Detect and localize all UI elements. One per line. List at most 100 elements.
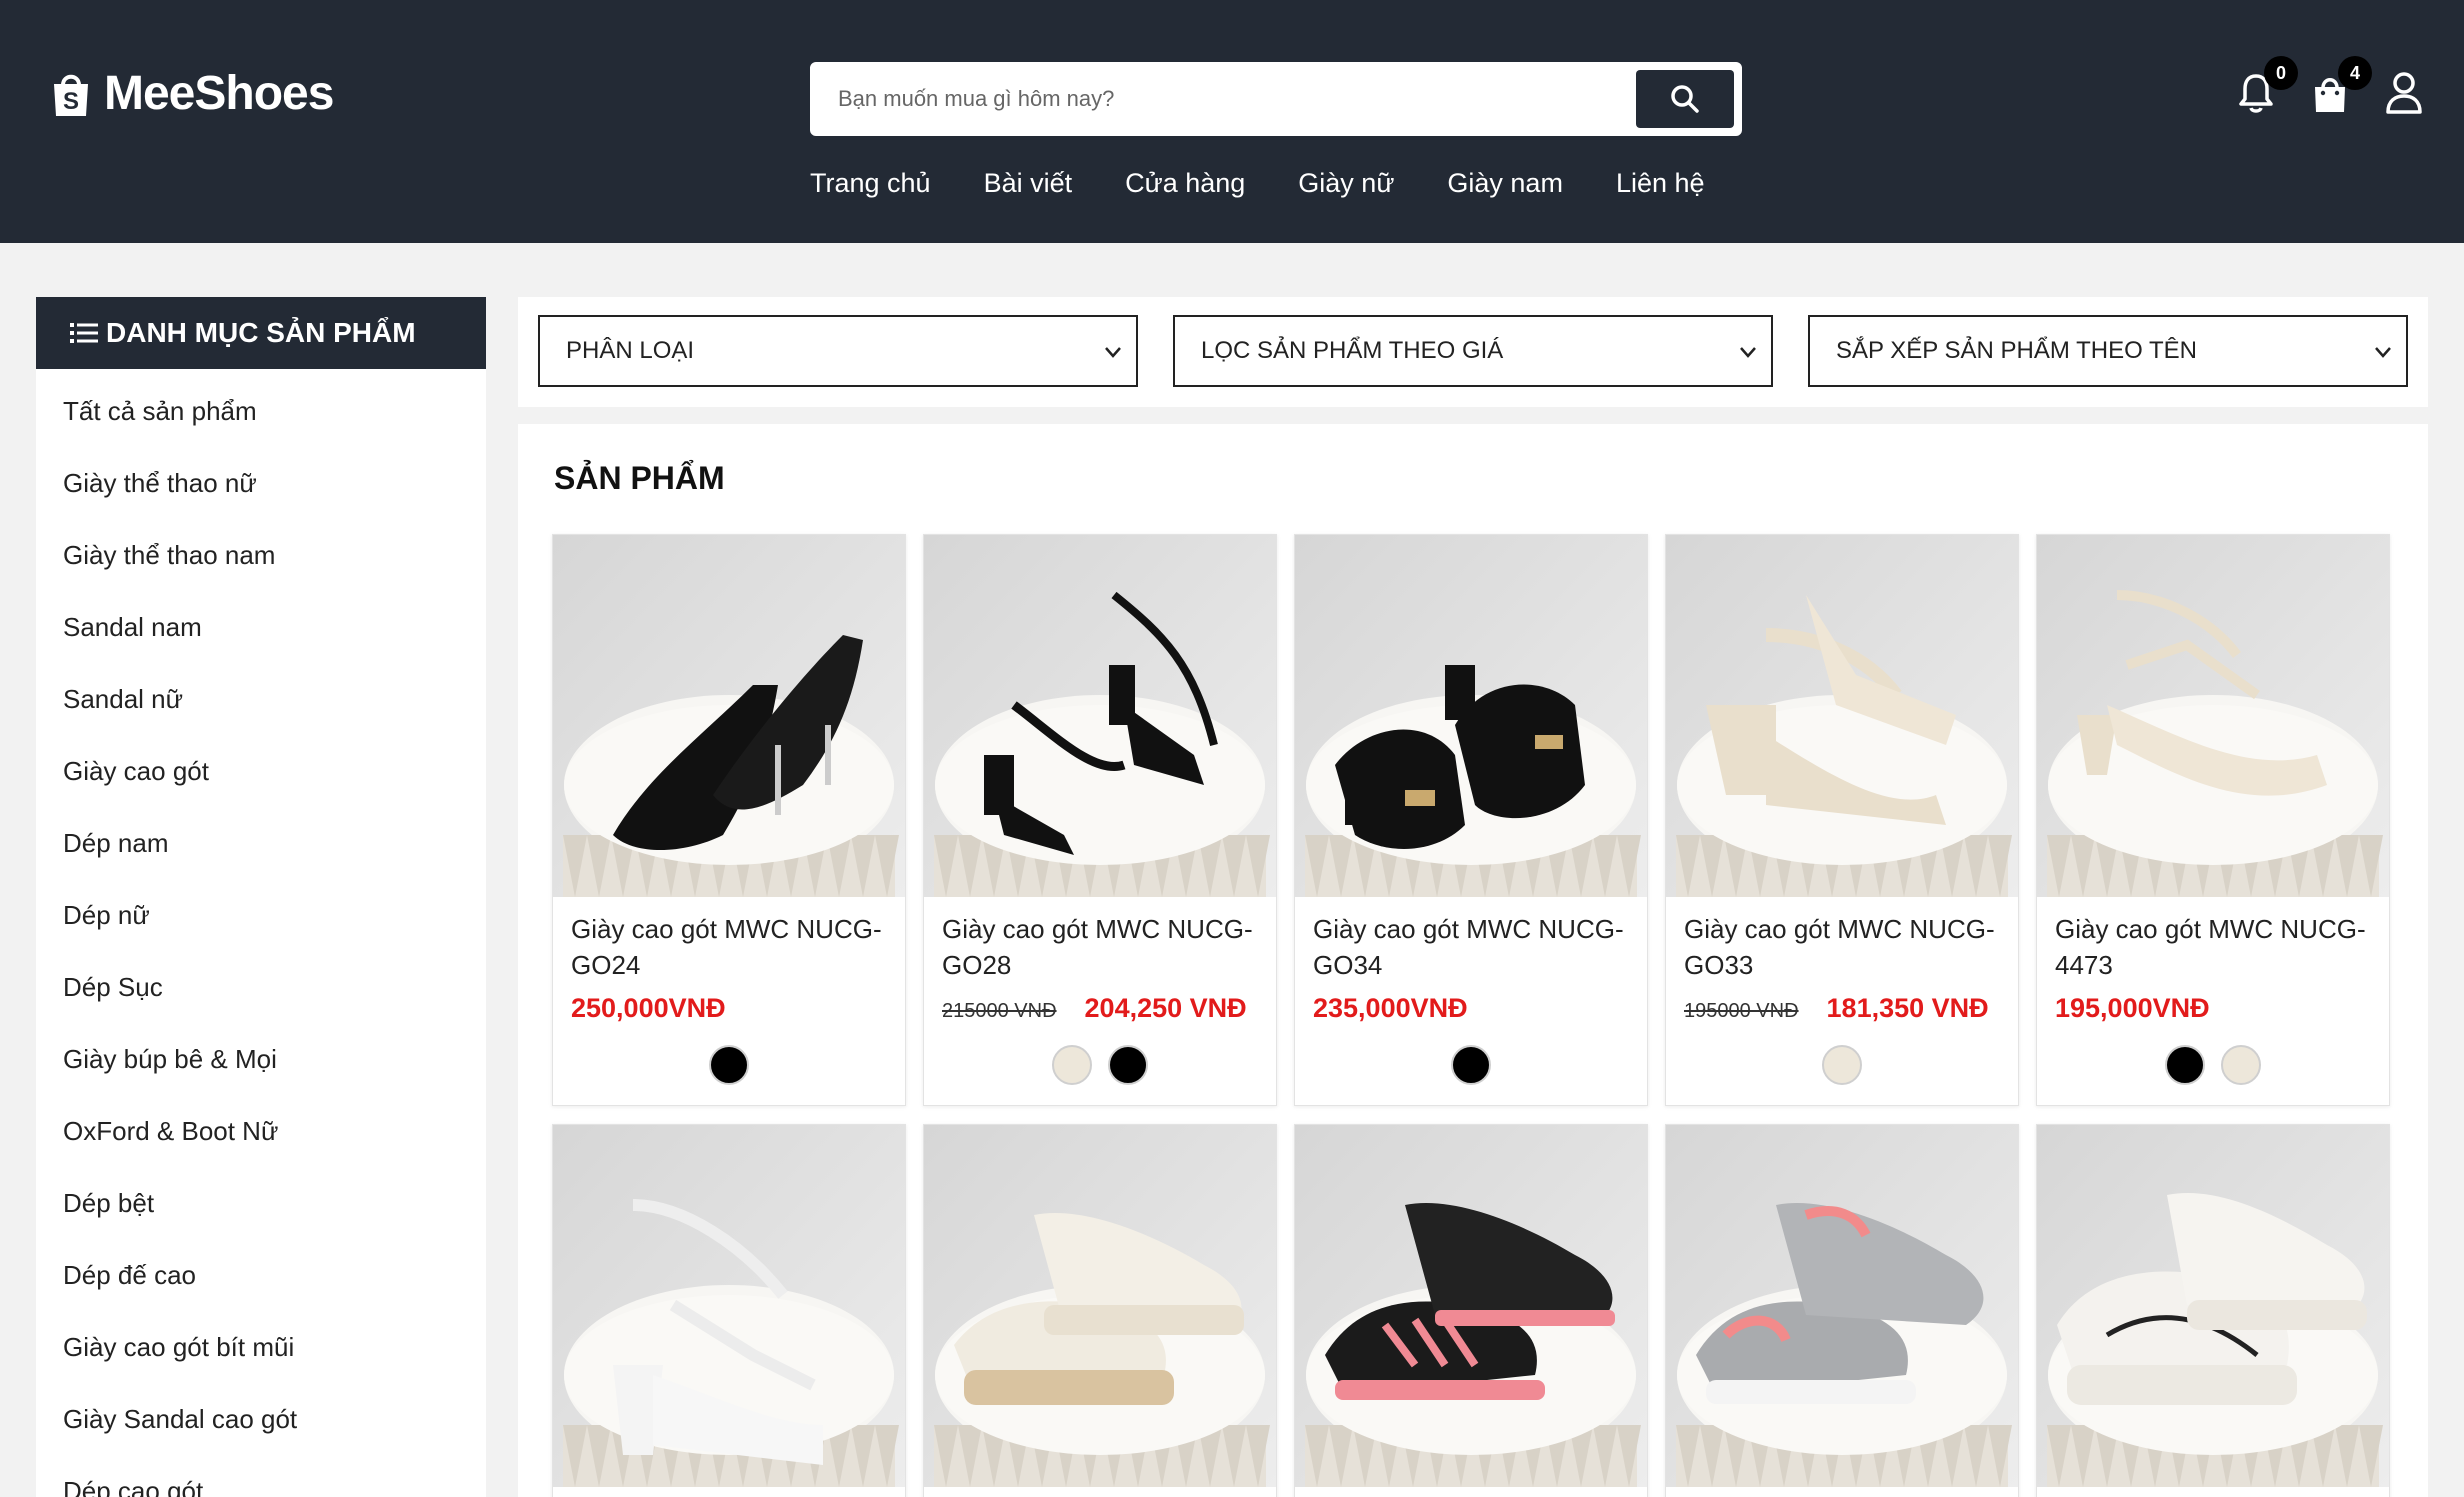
product-price: 215000 VNĐ 204,250 VNĐ xyxy=(942,993,1247,1024)
product-card[interactable] xyxy=(1665,1124,2019,1497)
category-item[interactable]: Giày Sandal cao gót xyxy=(36,1383,486,1455)
color-swatches xyxy=(924,1045,1276,1085)
category-item[interactable]: Dép nam xyxy=(36,807,486,879)
color-swatch[interactable] xyxy=(2221,1045,2261,1085)
category-item[interactable]: Giày thể thao nam xyxy=(36,519,486,591)
product-price: 195,000VNĐ xyxy=(2055,993,2210,1024)
product-image[interactable] xyxy=(1666,535,2018,897)
category-item[interactable]: Sandal nữ xyxy=(36,663,486,735)
product-card[interactable]: Giày cao gót MWC NUCG-GO34 235,000VNĐ xyxy=(1294,534,1648,1106)
product-name[interactable]: Giày cao gót MWC NUCG-4473 xyxy=(2055,911,2375,983)
account-button[interactable] xyxy=(2384,70,2424,116)
product-image[interactable] xyxy=(1295,535,1647,897)
sidebar-title: DANH MỤC SẢN PHẨM xyxy=(106,317,416,348)
chevron-down-icon xyxy=(1105,347,1121,358)
sale-price: 250,000VNĐ xyxy=(571,993,726,1023)
chevron-down-icon xyxy=(2375,347,2391,358)
chevron-down-icon xyxy=(1740,347,1756,358)
nav-women-shoes[interactable]: Giày nữ xyxy=(1298,168,1394,199)
color-swatch[interactable] xyxy=(709,1045,749,1085)
color-swatch[interactable] xyxy=(1108,1045,1148,1085)
main-nav: Trang chủ Bài viết Cửa hàng Giày nữ Giày… xyxy=(810,168,1705,199)
old-price: 195000 VNĐ xyxy=(1684,1000,1799,1022)
search-button[interactable] xyxy=(1636,70,1734,128)
category-list: Tất cả sản phẩm Giày thể thao nữ Giày th… xyxy=(36,369,486,1497)
product-image[interactable] xyxy=(553,1125,905,1487)
product-card[interactable]: Giày cao gót MWC NUCG-GO24 250,000VNĐ xyxy=(552,534,906,1106)
category-item[interactable]: Dép bệt xyxy=(36,1167,486,1239)
category-item[interactable]: Dép cao gót xyxy=(36,1455,486,1497)
color-swatch[interactable] xyxy=(1052,1045,1092,1085)
category-item[interactable]: Giày cao gót bít mũi xyxy=(36,1311,486,1383)
price-filter-select[interactable]: LỌC SẢN PHẨM THEO GIÁ xyxy=(1173,315,1773,387)
nav-shop[interactable]: Cửa hàng xyxy=(1125,168,1245,199)
logo[interactable]: S MeeShoes xyxy=(50,66,334,121)
product-image[interactable] xyxy=(1295,1125,1647,1487)
product-image[interactable] xyxy=(2037,535,2389,897)
black-strappy-sandal-icon xyxy=(924,535,1276,897)
cream-platform-sandal-icon xyxy=(1666,535,2018,897)
black-block-heel-icon xyxy=(1295,535,1647,897)
cream-heel-sandal-icon xyxy=(2037,535,2389,897)
color-swatch[interactable] xyxy=(1822,1045,1862,1085)
sidebar-header: DANH MỤC SẢN PHẨM xyxy=(36,297,486,369)
cart-button[interactable]: 4 xyxy=(2310,56,2372,116)
user-icon xyxy=(2386,72,2422,114)
category-item[interactable]: Dép đế cao xyxy=(36,1239,486,1311)
product-card[interactable]: Giày cao gót MWC NUCG-4473 195,000VNĐ xyxy=(2036,534,2390,1106)
search-bar xyxy=(810,62,1742,136)
category-item[interactable]: Giày búp bê & Mọi xyxy=(36,1023,486,1095)
white-platform-sandal-icon xyxy=(553,1125,905,1487)
color-swatches xyxy=(553,1045,905,1085)
white-chunky-sneaker-icon xyxy=(2037,1125,2389,1487)
product-card[interactable] xyxy=(923,1124,1277,1497)
product-name[interactable]: Giày cao gót MWC NUCG-GO24 xyxy=(571,911,891,983)
product-image[interactable] xyxy=(553,535,905,897)
category-item[interactable]: Tất cả sản phẩm xyxy=(36,375,486,447)
notification-button[interactable]: 0 xyxy=(2236,56,2298,116)
product-name[interactable]: Giày cao gót MWC NUCG-GO34 xyxy=(1313,911,1633,983)
product-name[interactable]: Giày cao gót MWC NUCG-GO33 xyxy=(1684,911,2004,983)
nav-men-shoes[interactable]: Giày nam xyxy=(1447,168,1563,199)
logo-text: MeeShoes xyxy=(104,67,334,120)
product-name[interactable]: Giày cao gót MWC NUCG-GO28 xyxy=(942,911,1262,983)
sale-price: 235,000VNĐ xyxy=(1313,993,1468,1023)
search-icon xyxy=(1671,85,1699,113)
category-item[interactable]: Giày thể thao nữ xyxy=(36,447,486,519)
product-image[interactable] xyxy=(924,1125,1276,1487)
product-card[interactable] xyxy=(1294,1124,1648,1497)
product-image[interactable] xyxy=(2037,1125,2389,1487)
nav-contact[interactable]: Liên hệ xyxy=(1616,168,1705,199)
search-input[interactable] xyxy=(812,64,1632,134)
color-swatch[interactable] xyxy=(1451,1045,1491,1085)
shopping-bag-logo-icon: S xyxy=(54,74,88,116)
category-item[interactable]: Giày cao gót xyxy=(36,735,486,807)
product-price: 195000 VNĐ 181,350 VNĐ xyxy=(1684,993,1989,1024)
category-select[interactable]: PHÂN LOẠI xyxy=(538,315,1138,387)
site-header: S MeeShoes Trang chủ Bài viết Cửa hàng G… xyxy=(0,0,2464,243)
category-item[interactable]: Sandal nam xyxy=(36,591,486,663)
cream-sneaker-icon xyxy=(924,1125,1276,1487)
color-swatches xyxy=(1666,1045,2018,1085)
svg-text:S: S xyxy=(63,88,79,115)
sort-select[interactable]: SẮP XẾP SẢN PHẨM THEO TÊN xyxy=(1808,315,2408,387)
product-card[interactable] xyxy=(2036,1124,2390,1497)
product-card[interactable] xyxy=(552,1124,906,1497)
category-sidebar: DANH MỤC SẢN PHẨM Tất cả sản phẩm Giày t… xyxy=(36,297,486,1497)
product-card[interactable]: Giày cao gót MWC NUCG-GO33 195000 VNĐ 181,… xyxy=(1665,534,2019,1106)
products-title: SẢN PHẨM xyxy=(554,460,725,496)
category-item[interactable]: OxFord & Boot Nữ xyxy=(36,1095,486,1167)
list-icon xyxy=(70,323,98,343)
category-item[interactable]: Dép nữ xyxy=(36,879,486,951)
grey-pink-sneaker-icon xyxy=(1666,1125,2018,1487)
product-image[interactable] xyxy=(924,535,1276,897)
category-select-label: PHÂN LOẠI xyxy=(566,337,695,364)
nav-home[interactable]: Trang chủ xyxy=(810,168,931,199)
nav-blog[interactable]: Bài viết xyxy=(984,168,1073,199)
products-panel: SẢN PHẨM Giày cao gót MWC NUCG-GO24 250,0… xyxy=(518,424,2428,1497)
product-image[interactable] xyxy=(1666,1125,2018,1487)
product-card[interactable]: Giày cao gót MWC NUCG-GO28 215000 VNĐ 204,… xyxy=(923,534,1277,1106)
color-swatches xyxy=(1295,1045,1647,1085)
color-swatch[interactable] xyxy=(2165,1045,2205,1085)
category-item[interactable]: Dép Sục xyxy=(36,951,486,1023)
